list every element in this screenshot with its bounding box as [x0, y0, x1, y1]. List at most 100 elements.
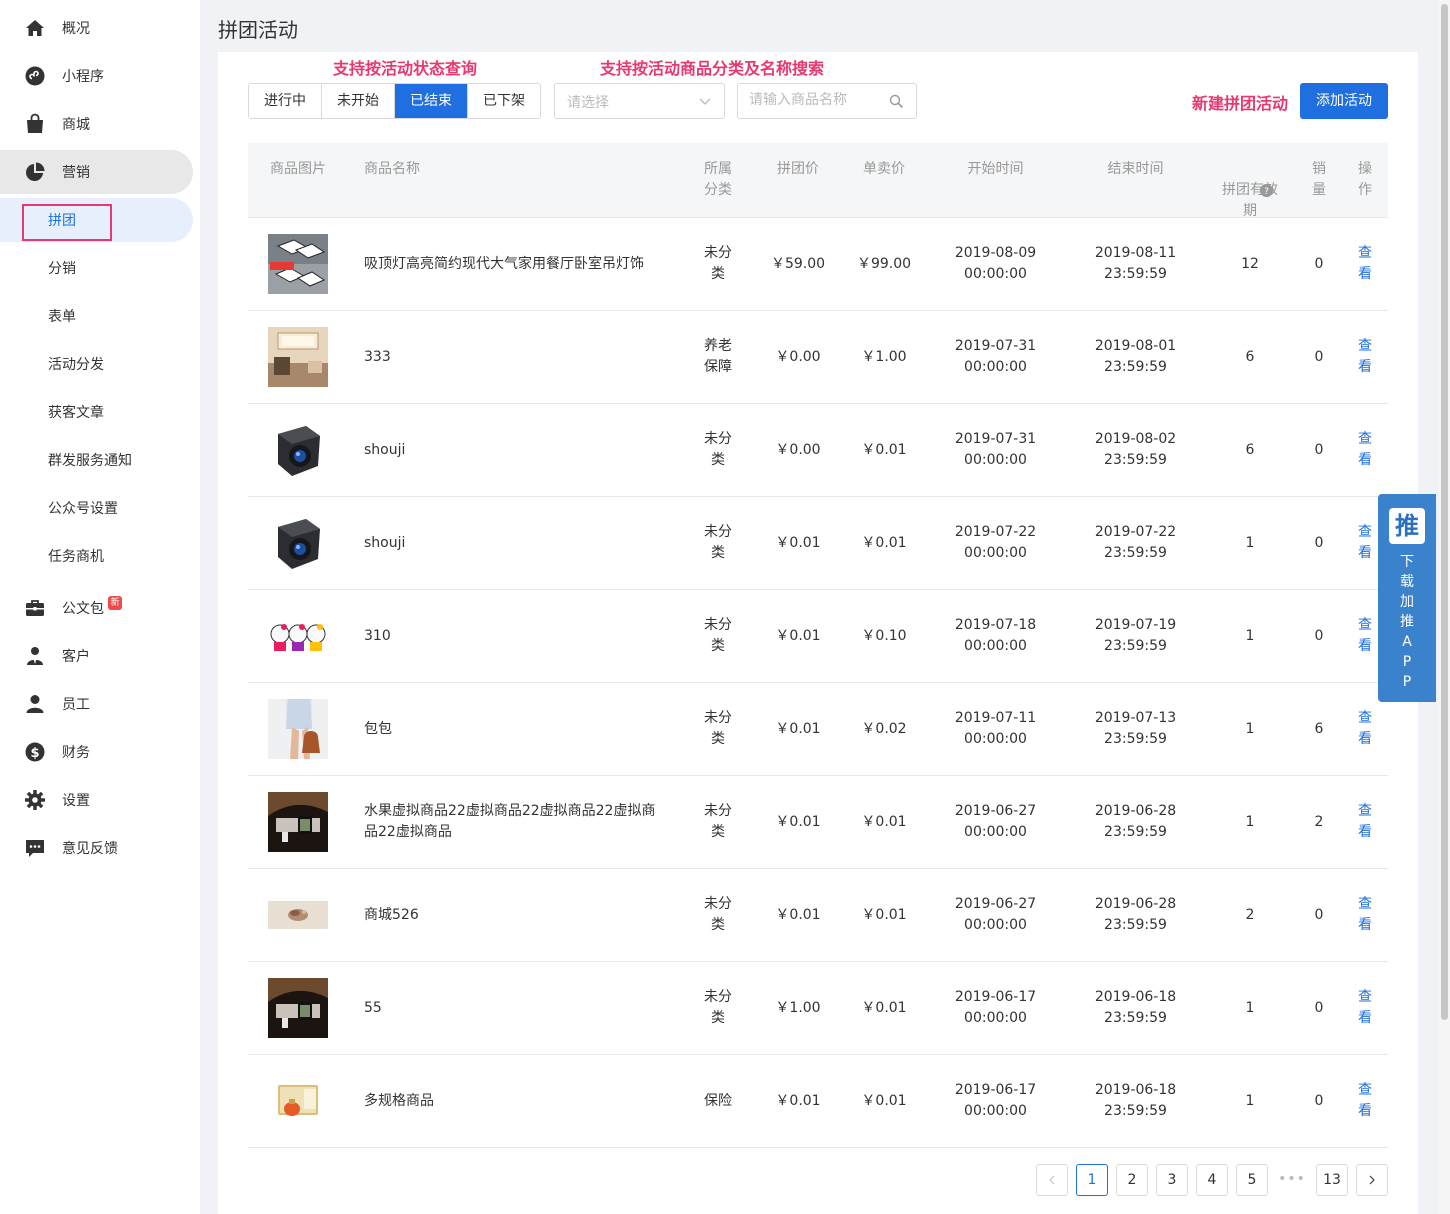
table-row: shouji 未分 类 ￥0.01 ￥0.01 2019-07-22 00:00:00 2… — [248, 497, 1388, 590]
product-name: 55 — [364, 1000, 382, 1016]
end-time: 2019-07-13 23:59:59 — [1094, 710, 1177, 747]
category-select[interactable]: 请选择 — [554, 83, 725, 119]
svg-text:$: $ — [30, 746, 39, 761]
sidebar-item-8[interactable]: 设置 — [0, 778, 193, 822]
sidebar: 概况 小程序 商城 营销 公文包新客户 员工 $ 财务 设置 意见反馈 拼团 分销 表单 活动分发 获客文章… — [0, 0, 200, 1214]
add-activity-button[interactable]: 添加活动 — [1300, 83, 1388, 119]
table-row: 包包 未分 类 ￥0.01 ￥0.02 2019-07-11 00:00:00 2019-… — [248, 683, 1388, 776]
product-category: 未分 类 — [704, 431, 732, 468]
group-validity: 12 — [1241, 256, 1259, 272]
page-title: 拼团活动 — [218, 18, 298, 42]
product-name: 包包 — [364, 721, 392, 737]
search-icon[interactable] — [889, 94, 904, 109]
sold-count: 0 — [1314, 1093, 1324, 1109]
view-link[interactable]: 查 看 — [1354, 522, 1376, 564]
product-name: 多规格商品 — [364, 1093, 434, 1109]
th-group-price: 拼团价 — [777, 161, 819, 177]
product-category: 未分 类 — [704, 617, 732, 654]
sidebar-item-0[interactable]: 概况 — [0, 6, 193, 50]
sidebar-subitem-label: 群发服务通知 — [48, 453, 132, 469]
status-tab-2[interactable]: 已结束 — [395, 84, 468, 118]
view-link[interactable]: 查 看 — [1354, 987, 1376, 1029]
table-header: 商品图片 商品名称 所属 分类 拼团价 单卖价 开始时间 结束时间 拼团有效 期… — [248, 143, 1388, 219]
sold-count: 0 — [1314, 907, 1324, 923]
download-app-text: 下 载 加 推 A P P — [1400, 554, 1414, 690]
start-time: 2019-07-22 00:00:00 — [954, 524, 1037, 561]
product-category: 未分 类 — [704, 710, 732, 747]
sidebar-item-4[interactable]: 公文包 — [0, 586, 193, 630]
page-button-1[interactable]: 1 — [1076, 1164, 1108, 1196]
view-link[interactable]: 查 看 — [1354, 243, 1376, 285]
group-price: ￥0.01 — [775, 535, 821, 551]
view-link[interactable]: 查 看 — [1354, 615, 1376, 657]
status-tab-1[interactable]: 未开始 — [322, 84, 395, 118]
sidebar-item-label: 财务 — [62, 745, 90, 761]
single-price: ￥0.10 — [861, 628, 907, 644]
sidebar-subitem-label: 公众号设置 — [48, 501, 118, 517]
sidebar-subitem-2[interactable]: 表单 — [0, 294, 193, 338]
start-time: 2019-07-31 00:00:00 — [954, 338, 1037, 375]
product-name: 333 — [364, 349, 391, 365]
view-link[interactable]: 查 看 — [1354, 708, 1376, 750]
table-row: 333 养老 保障 ￥0.00 ￥1.00 2019-07-31 00:00:00 201… — [248, 311, 1388, 404]
view-link[interactable]: 查 看 — [1354, 801, 1376, 843]
help-icon[interactable]: ? — [1260, 184, 1273, 197]
sidebar-item-7[interactable]: $ 财务 — [0, 730, 193, 774]
download-app-float[interactable]: 推 下 载 加 推 A P P — [1378, 494, 1436, 702]
product-category: 未分 类 — [704, 245, 732, 282]
sidebar-subitem-6[interactable]: 公众号设置 — [0, 486, 193, 530]
sold-count: 0 — [1314, 349, 1324, 365]
status-tab-3[interactable]: 已下架 — [468, 84, 540, 118]
single-price: ￥99.00 — [856, 256, 912, 272]
sidebar-item-label: 概况 — [62, 21, 90, 37]
sidebar-subitem-5[interactable]: 群发服务通知 — [0, 438, 193, 482]
single-price: ￥0.01 — [861, 1093, 907, 1109]
page-button-2[interactable]: 2 — [1116, 1164, 1148, 1196]
sidebar-subitem-7[interactable]: 任务商机 — [0, 534, 193, 578]
sidebar-item-1[interactable]: 小程序 — [0, 54, 193, 98]
group-price: ￥0.00 — [775, 442, 821, 458]
new-badge: 新 — [108, 596, 122, 610]
status-tab-0[interactable]: 进行中 — [249, 84, 322, 118]
prev-page-button[interactable] — [1036, 1164, 1068, 1196]
page-button-4[interactable]: 4 — [1196, 1164, 1228, 1196]
page-scrollbar[interactable] — [1439, 0, 1450, 1214]
group-price: ￥0.01 — [775, 1093, 821, 1109]
start-time: 2019-07-18 00:00:00 — [954, 617, 1037, 654]
product-category: 养老 保障 — [704, 338, 732, 375]
group-price: ￥0.01 — [775, 628, 821, 644]
sidebar-subitem-label: 活动分发 — [48, 357, 104, 373]
th-operation: 操 作 — [1358, 161, 1372, 198]
sidebar-subitem-4[interactable]: 获客文章 — [0, 390, 193, 434]
page-button-last[interactable]: 13 — [1316, 1164, 1348, 1196]
end-time: 2019-08-11 23:59:59 — [1094, 245, 1177, 282]
view-link[interactable]: 查 看 — [1354, 894, 1376, 936]
start-time: 2019-08-09 00:00:00 — [954, 245, 1037, 282]
sidebar-item-label: 意见反馈 — [62, 841, 118, 857]
view-link[interactable]: 查 看 — [1354, 336, 1376, 378]
view-link[interactable]: 查 看 — [1354, 1080, 1376, 1122]
single-price: ￥1.00 — [861, 349, 907, 365]
page-button-5[interactable]: 5 — [1236, 1164, 1268, 1196]
page-button-3[interactable]: 3 — [1156, 1164, 1188, 1196]
group-validity: 2 — [1245, 907, 1255, 923]
end-time: 2019-06-18 23:59:59 — [1094, 989, 1177, 1026]
sidebar-subitem-3[interactable]: 活动分发 — [0, 342, 193, 386]
next-page-button[interactable] — [1356, 1164, 1388, 1196]
pagination-ellipsis[interactable]: ••• — [1276, 1164, 1308, 1196]
product-category: 未分 类 — [704, 989, 732, 1026]
sidebar-subitem-1[interactable]: 分销 — [0, 246, 193, 290]
single-price: ￥0.01 — [861, 814, 907, 830]
product-search-box[interactable] — [737, 83, 917, 119]
view-link[interactable]: 查 看 — [1354, 429, 1376, 471]
search-input[interactable] — [749, 92, 889, 108]
app-logo-icon: 推 — [1389, 508, 1425, 544]
sidebar-item-6[interactable]: 员工 — [0, 682, 193, 726]
sidebar-item-2[interactable]: 商城 — [0, 102, 193, 146]
product-thumbnail — [268, 792, 328, 852]
product-name: 310 — [364, 628, 391, 644]
scrollbar-thumb[interactable] — [1441, 4, 1448, 1020]
sidebar-item-3[interactable]: 营销 — [0, 150, 193, 194]
sidebar-item-5[interactable]: 客户 — [0, 634, 193, 678]
sidebar-item-9[interactable]: 意见反馈 — [0, 826, 193, 870]
